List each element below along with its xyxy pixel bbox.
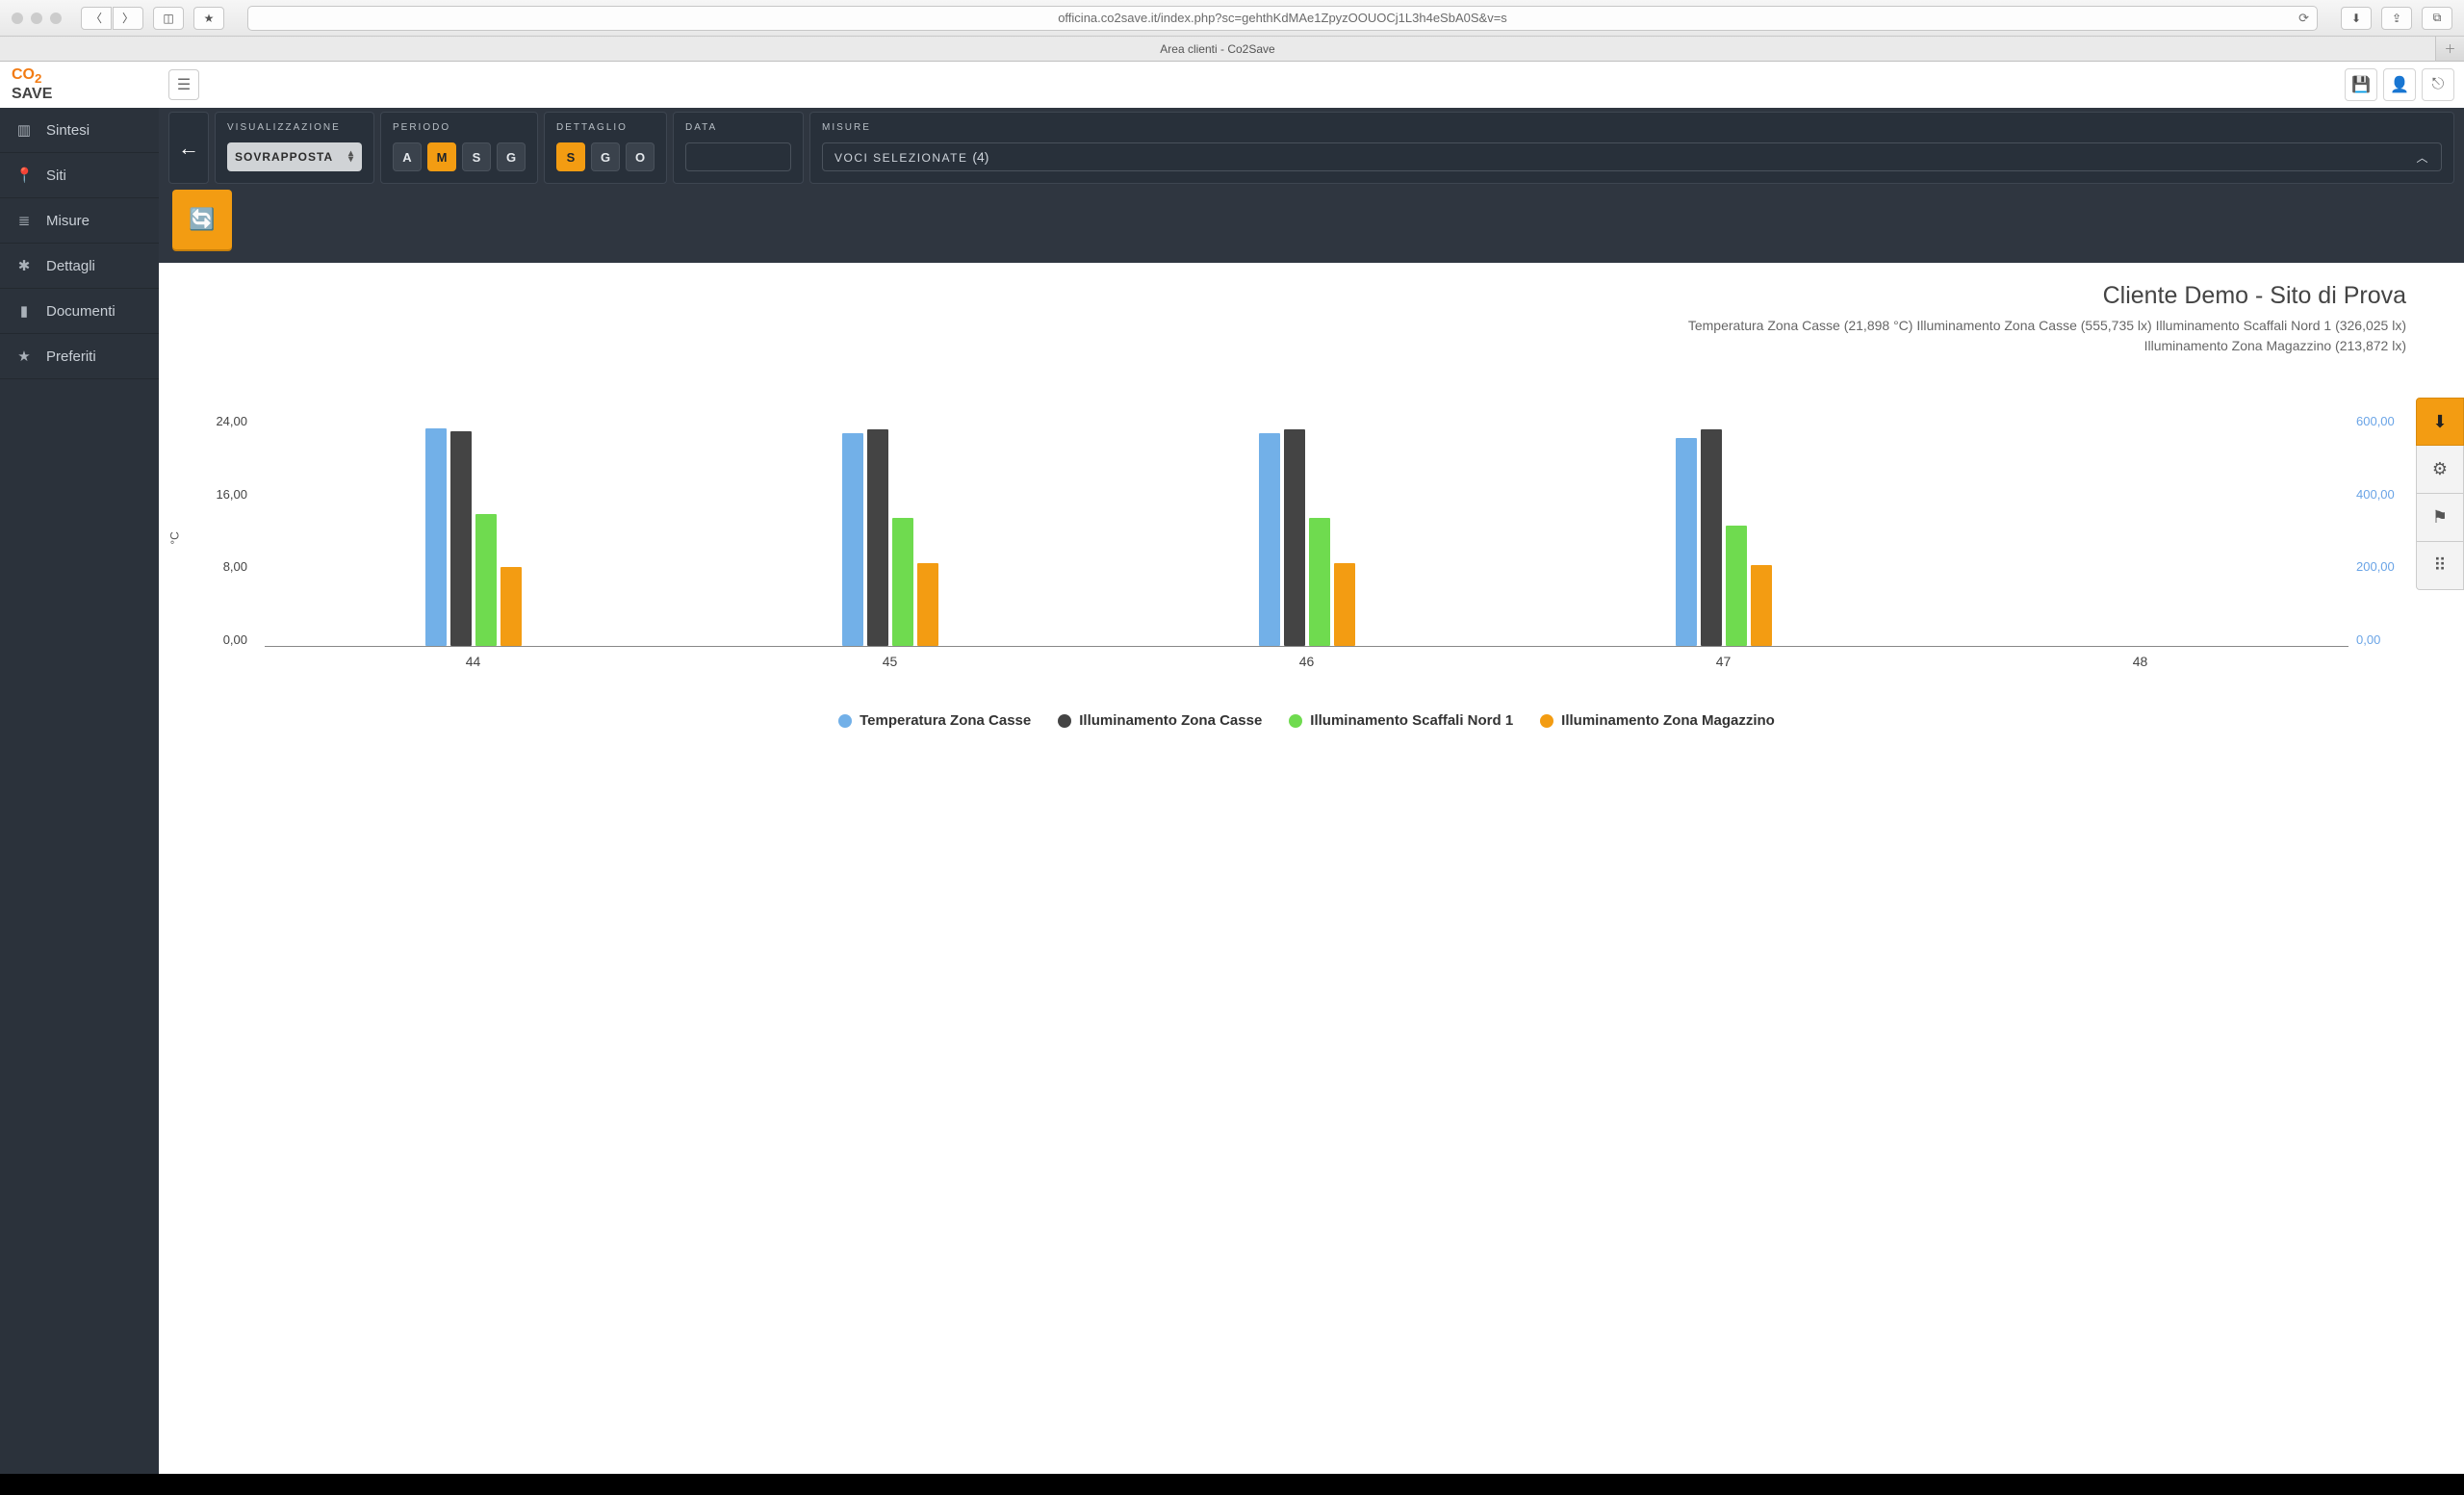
sidebar-item-documenti[interactable]: ▮Documenti	[0, 289, 159, 334]
logout-button[interactable]: ⎋	[2422, 68, 2454, 101]
legend-swatch	[1289, 714, 1302, 728]
window-close[interactable]	[12, 13, 23, 24]
sidebar-item-sintesi[interactable]: ▥Sintesi	[0, 108, 159, 153]
legend-swatch	[1058, 714, 1071, 728]
legend-item[interactable]: Illuminamento Zona Magazzino	[1540, 712, 1775, 729]
nav-forward-button[interactable]: 〉	[113, 7, 143, 30]
filter-misure: MISURE VOCI SELEZIONATE (4) ︿	[809, 112, 2454, 184]
bar-group-44: 44	[265, 414, 681, 646]
dettaglio-option-G[interactable]: G	[591, 142, 620, 171]
sidebar-item-preferiti[interactable]: ★Preferiti	[0, 334, 159, 379]
periodo-option-G[interactable]: G	[497, 142, 526, 171]
footer-strip	[0, 1474, 2464, 1495]
chart-title: Cliente Demo - Sito di Prova	[207, 282, 2406, 310]
new-tab-button[interactable]: ＋	[2435, 36, 2464, 62]
window-min[interactable]	[31, 13, 42, 24]
bar	[917, 563, 938, 646]
download-button[interactable]: ⬇	[2341, 7, 2372, 30]
bar-group-46: 46	[1098, 414, 1515, 646]
list-icon: ≣	[15, 212, 33, 229]
brand-logo: CO2 SAVE	[12, 66, 52, 103]
url-bar[interactable]: officina.co2save.it/index.php?sc=gehthKd…	[247, 6, 2318, 31]
save-button[interactable]: 💾	[2345, 68, 2377, 101]
chart-grid-button[interactable]: ⠿	[2416, 542, 2464, 590]
bar	[1676, 438, 1697, 646]
reload-icon[interactable]: ⟳	[2298, 11, 2309, 26]
date-input[interactable]	[685, 142, 791, 171]
bar	[1334, 563, 1355, 646]
filter-viz: VISUALIZZAZIONE SOVRAPPOSTA ▴▾	[215, 112, 374, 184]
dettaglio-option-S[interactable]: S	[556, 142, 585, 171]
bar	[842, 433, 863, 646]
chevron-up-icon: ︿	[2416, 149, 2429, 166]
sidebar-item-siti[interactable]: 📍Siti	[0, 153, 159, 198]
file-icon: ▮	[15, 302, 33, 320]
user-button[interactable]: 👤	[2383, 68, 2416, 101]
filter-dettaglio: DETTAGLIO SGO	[544, 112, 667, 184]
top-sites-button[interactable]: ★	[193, 7, 224, 30]
bar	[425, 428, 447, 646]
sidebar-item-dettagli[interactable]: ✱Dettagli	[0, 244, 159, 289]
bar	[1726, 526, 1747, 646]
sidebar-toggle-button[interactable]: ◫	[153, 7, 184, 30]
periodo-option-M[interactable]: M	[427, 142, 456, 171]
chart: °C lx 24,0016,008,000,00 600,00400,00200…	[207, 414, 2406, 674]
chevron-updown-icon: ▴▾	[348, 151, 354, 163]
sidebar: CO2 SAVE ▥Sintesi📍Siti≣Misure✱Dettagli▮D…	[0, 62, 159, 1474]
refresh-button[interactable]: 🔄	[172, 190, 232, 249]
legend-item[interactable]: Illuminamento Scaffali Nord 1	[1289, 712, 1513, 729]
bar	[1309, 518, 1330, 646]
legend-swatch	[1540, 714, 1553, 728]
menu-toggle-button[interactable]: ☰	[168, 69, 199, 100]
legend-item[interactable]: Illuminamento Zona Casse	[1058, 712, 1262, 729]
pin-icon: 📍	[15, 167, 33, 184]
download-chart-button[interactable]: ⬇	[2416, 398, 2464, 446]
bar	[1751, 565, 1772, 646]
filter-back-button[interactable]: ←	[168, 112, 209, 184]
chart-settings-button[interactable]: ⚙	[2416, 446, 2464, 494]
viz-select[interactable]: SOVRAPPOSTA ▴▾	[227, 142, 362, 171]
asterisk-icon: ✱	[15, 257, 33, 274]
tab-bar: Area clienti - Co2Save ＋	[0, 37, 2464, 62]
bar-group-45: 45	[681, 414, 1098, 646]
bar	[867, 429, 888, 646]
bar	[450, 431, 472, 646]
star-icon: ★	[15, 348, 33, 365]
bar	[892, 518, 913, 646]
bar	[1259, 433, 1280, 646]
chart-flag-button[interactable]: ⚑	[2416, 494, 2464, 542]
browser-titlebar: 〈 〉 ◫ ★ officina.co2save.it/index.php?sc…	[0, 0, 2464, 37]
bar	[1284, 429, 1305, 646]
legend-item[interactable]: Temperatura Zona Casse	[838, 712, 1031, 729]
share-button[interactable]: ⇪	[2381, 7, 2412, 30]
chart-subtitle: Temperatura Zona Casse (21,898 °C) Illum…	[1675, 316, 2406, 356]
legend-swatch	[838, 714, 852, 728]
browser-tab[interactable]: Area clienti - Co2Save	[0, 38, 2435, 61]
dettaglio-option-O[interactable]: O	[626, 142, 654, 171]
misure-select[interactable]: VOCI SELEZIONATE (4) ︿	[822, 142, 2442, 171]
nav-back-button[interactable]: 〈	[81, 7, 112, 30]
periodo-option-A[interactable]: A	[393, 142, 422, 171]
bar	[500, 567, 522, 646]
y-left-label: °C	[168, 531, 182, 544]
chart-tool-rail: ⬇ ⚙ ⚑ ⠿	[2416, 398, 2464, 590]
bar	[475, 514, 497, 646]
bar-group-47: 47	[1515, 414, 1932, 646]
tabs-button[interactable]: ⧉	[2422, 7, 2452, 30]
filter-data: DATA	[673, 112, 804, 184]
bar-chart-icon: ▥	[15, 121, 33, 139]
bar	[1701, 429, 1722, 646]
bar-group-48: 48	[1932, 414, 2348, 646]
filter-periodo: PERIODO AMSG	[380, 112, 538, 184]
url-text: officina.co2save.it/index.php?sc=gehthKd…	[1058, 11, 1507, 25]
periodo-option-S[interactable]: S	[462, 142, 491, 171]
sidebar-item-misure[interactable]: ≣Misure	[0, 198, 159, 244]
window-max[interactable]	[50, 13, 62, 24]
